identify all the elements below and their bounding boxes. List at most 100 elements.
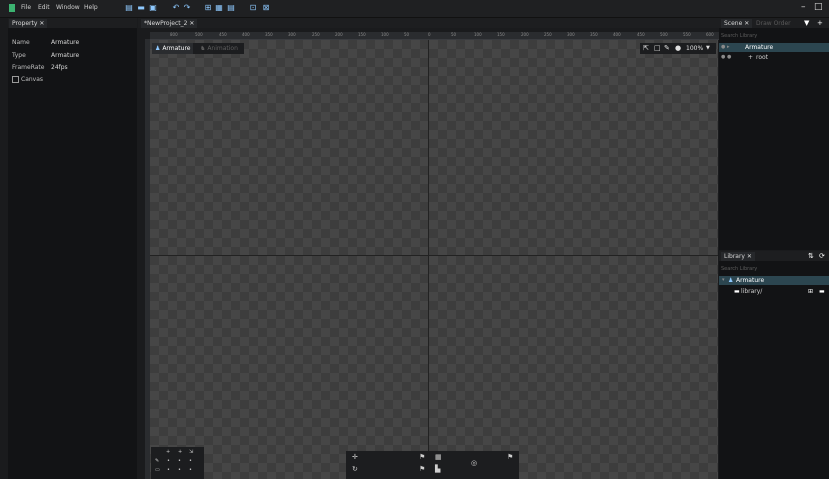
menu-edit[interactable]: Edit [38,4,50,11]
open-folder-icon[interactable]: ▬ [819,287,825,296]
mode-switcher: ♟ Armature ♞ Animation [152,43,244,54]
redo-icon[interactable]: ↷ [183,4,191,12]
tab-property[interactable]: Property ✕ [9,19,48,28]
ruler-tick-label: 50 [451,32,457,37]
property-name-value[interactable]: Armature [51,39,79,46]
dot-icon[interactable]: • [167,458,170,464]
canvas-checkbox[interactable] [12,76,19,83]
import-icon[interactable]: ⊞ [204,4,212,12]
chevron-down-icon[interactable]: ▼ [706,44,710,53]
scene-search-input[interactable]: Search Library [721,33,757,39]
origin-axis-horizontal [150,255,718,256]
tree-item-label: Armature [745,44,774,51]
editor-tab-bar: *NewProject_2 ✕ [138,18,719,28]
close-icon[interactable]: ✕ [744,20,749,27]
ruler-tick-label: 200 [335,32,343,37]
library-search-input[interactable]: Search Library [721,266,757,272]
app-logo-icon [9,4,15,12]
minimize-icon[interactable]: – [801,2,806,12]
import-asset-icon[interactable]: ⇅ [808,252,814,260]
export-icon[interactable]: ▦ [215,4,223,12]
grid-icon[interactable]: ▦ [435,453,442,461]
eye-icon[interactable]: ● [675,44,681,53]
ruler-tick-label: 250 [544,32,552,37]
chevron-down-icon[interactable]: ▾ [722,276,725,285]
ruler-tick-label: 150 [358,32,366,37]
dot-icon[interactable]: • [167,467,170,473]
tab-draw-order[interactable]: Draw Order [753,19,794,28]
undo-icon[interactable]: ↶ [172,4,180,12]
export-all-icon[interactable]: ▤ [227,4,235,12]
flag-icon[interactable]: ⚑ [419,465,425,473]
library-item-folder[interactable]: ▬ library/ ⊞ ▬ [719,287,829,296]
arrow-up-icon[interactable]: + [178,449,182,455]
add-icon[interactable]: + [817,19,823,27]
cursor-icon[interactable]: ⇱ [643,44,649,53]
arrow-up-right-icon[interactable]: ⇲ [189,449,193,455]
scene-panel: Scene ✕ Draw Order ▼ + Search Library ● … [719,18,829,250]
ruler-tick-label: 500 [660,32,668,37]
tab-armature-mode[interactable]: ♟ Armature [152,43,194,54]
frame-small-icon[interactable]: ▭ [155,467,160,473]
new-project-icon[interactable]: ▤ [125,4,133,12]
import-folder-icon[interactable]: ⊞ [808,287,813,296]
brush-icon[interactable]: ✎ [664,44,670,53]
menu-bar: File Edit Window Help ▤ ▬ ▣ ↶ ↷ ⊞ ▦ ▤ ⊡ … [0,0,829,18]
tab-draw-order-label: Draw Order [756,20,791,27]
pivot-icon[interactable]: ◎ [471,459,477,467]
tab-project[interactable]: *NewProject_2 ✕ [141,19,198,28]
refresh-icon[interactable]: ⟳ [819,252,825,260]
tab-animation-mode[interactable]: ♞ Animation [197,43,241,54]
arrow-up-left-icon[interactable]: + [166,449,170,455]
save-icon[interactable]: ▣ [149,4,157,12]
origin-axis-vertical [428,40,429,479]
open-folder-icon[interactable]: ▬ [137,4,145,12]
filter-icon[interactable]: ▼ [804,19,809,27]
property-type-value: Armature [51,52,80,59]
menu-window[interactable]: Window [56,4,80,11]
flag-icon[interactable]: ⚑ [419,453,425,461]
pen-icon[interactable]: ✎ [155,458,159,464]
canvas-checkbox-label: Canvas [21,76,44,83]
armature-icon: ♟ [728,277,734,284]
tab-library[interactable]: Library ✕ [721,252,755,261]
dot-icon[interactable]: • [178,467,181,473]
visibility-icon[interactable]: ● ● [721,53,731,62]
ruler-tick-label: 300 [567,32,575,37]
library-item-armature[interactable]: ▾ ♟ Armature [719,276,829,285]
ruler-tick-label: 150 [497,32,505,37]
menu-file[interactable]: File [21,4,31,11]
library-panel: Library ✕ ⇅ ⟳ Search Library ▾ ♟ Armatur… [719,251,829,479]
stage-canvas[interactable] [150,40,718,479]
close-icon[interactable]: ✕ [747,253,752,260]
library-tab-bar: Library ✕ ⇅ ⟳ [719,251,829,261]
dot-icon[interactable]: • [189,458,192,464]
zoom-level[interactable]: 100% [686,44,703,53]
dot-icon[interactable]: • [189,467,192,473]
flag-icon[interactable]: ⚑ [507,453,513,461]
frame-icon[interactable]: □ [654,44,661,53]
visibility-icon[interactable]: ● ▸ [721,43,729,52]
rotate-icon[interactable]: ↻ [352,465,358,473]
layers-icon[interactable]: ▙ [435,465,440,473]
tree-item-root[interactable]: ● ● + root [719,53,829,62]
property-name-label: Name [12,39,30,46]
publish-icon[interactable]: ⊡ [249,4,257,12]
menu-help[interactable]: Help [84,4,98,11]
ruler-tick-label: 800 [170,32,178,37]
move-icon[interactable]: ✛ [352,453,358,461]
tab-scene-label: Scene [724,20,743,27]
bone-icon: + [748,54,754,61]
ruler-tick-label: 600 [706,32,714,37]
close-icon[interactable]: ✕ [39,20,44,27]
tab-animation-mode-label: Animation [207,45,238,52]
maximize-icon[interactable]: □ [814,2,823,12]
settings-icon[interactable]: ⊠ [262,4,270,12]
dot-icon[interactable]: • [178,458,181,464]
tab-scene[interactable]: Scene ✕ [721,19,753,28]
ruler-tick-label: 450 [637,32,645,37]
tree-item-armature[interactable]: ● ▸ Armature [719,43,829,52]
close-icon[interactable]: ✕ [189,20,194,27]
ruler-tick-label: 450 [219,32,227,37]
property-framerate-value[interactable]: 24fps [51,64,68,71]
